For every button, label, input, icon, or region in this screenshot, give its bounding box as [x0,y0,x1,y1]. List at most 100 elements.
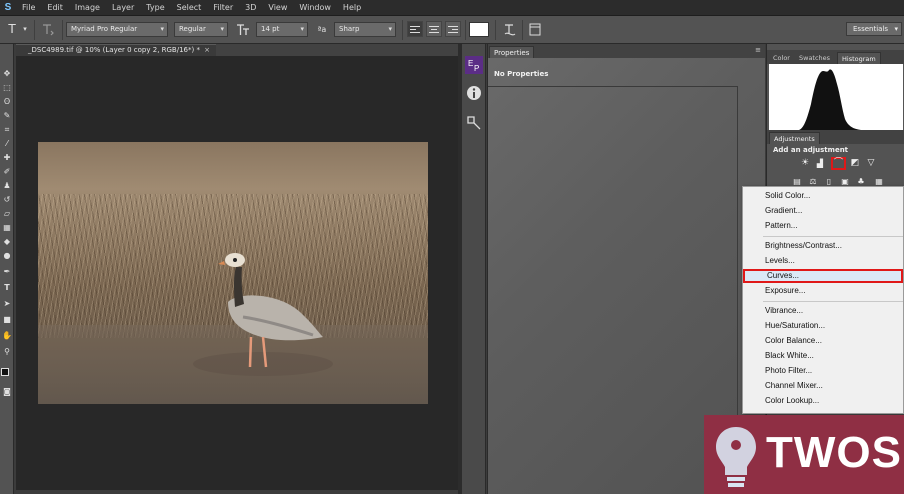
lasso-tool-icon[interactable]: ʘ [1,96,13,107]
curves-icon[interactable]: ⌒ [831,157,846,170]
menu-item-pattern[interactable]: Pattern... [743,219,903,233]
menu-item-photo-filter[interactable]: Photo Filter... [743,364,903,378]
adjustment-dropdown-menu: Solid Color... Gradient... Pattern... Br… [742,186,904,414]
tab-color[interactable]: Color [769,52,794,64]
menu-item-vibrance[interactable]: Vibrance... [743,304,903,318]
menu-file[interactable]: File [16,0,41,16]
menu-edit[interactable]: Edit [41,0,69,16]
watermark-text: TWOS [766,428,902,477]
menu-filter[interactable]: Filter [207,0,239,16]
twos-watermark: TWOS [704,415,904,494]
brush-tool-icon[interactable]: ✐ [1,166,13,177]
menu-bar: S File Edit Image Layer Type Select Filt… [0,0,904,16]
zoom-tool-icon[interactable]: ⚲ [1,346,13,357]
menu-image[interactable]: Image [69,0,106,16]
menu-view[interactable]: View [262,0,293,16]
pen-tool-icon[interactable]: ✒ [1,266,13,277]
eraser-tool-icon[interactable]: ▱ [1,208,13,219]
brightness-icon[interactable]: ☀ [799,158,811,169]
gradient-tool-icon[interactable]: ▦ [1,222,13,233]
font-style-select[interactable]: Regular [174,22,228,37]
exposure-icon[interactable]: ◩ [849,158,861,169]
menu-item-color-balance[interactable]: Color Balance... [743,334,903,348]
menu-select[interactable]: Select [171,0,208,16]
tab-properties[interactable]: Properties [489,46,535,58]
character-panel-icon[interactable] [528,22,542,37]
menu-item-levels[interactable]: Levels... [743,254,903,268]
menu-item-channel-mixer[interactable]: Channel Mixer... [743,379,903,393]
properties-tabbar: Properties ≡ [488,44,765,58]
warp-text-icon[interactable] [502,22,518,37]
panel-menu-icon[interactable]: ≡ [755,46,761,54]
menu-item-solid-color[interactable]: Solid Color... [743,189,903,203]
menu-item-exposure[interactable]: Exposure... [743,284,903,298]
properties-panel-icon[interactable] [465,114,483,132]
color-panel-tabs: Color Swatches Histogram [767,50,904,64]
move-tool-icon[interactable]: ✥ [1,68,13,79]
panel-icon-strip: EP [462,44,486,494]
menu-item-hue-saturation[interactable]: Hue/Saturation... [743,319,903,333]
tab-adjustments[interactable]: Adjustments [769,132,820,144]
close-icon[interactable]: × [204,45,210,56]
align-right-button[interactable] [445,21,461,37]
align-center-button[interactable] [426,21,442,37]
menu-item-curves[interactable]: Curves... [743,269,903,283]
svg-text:P: P [474,64,479,73]
text-color-swatch[interactable] [469,22,489,37]
quick-select-tool-icon[interactable]: ✎ [1,110,13,121]
menu-item-black-white[interactable]: Black White... [743,349,903,363]
menu-separator [763,236,903,237]
eyedropper-tool-icon[interactable]: ⁄ [1,138,13,149]
lightbulb-logo-icon [716,427,756,487]
menu-layer[interactable]: Layer [106,0,140,16]
tab-swatches[interactable]: Swatches [795,52,834,64]
extension-panel-icon[interactable]: EP [465,56,483,74]
shape-tool-icon[interactable]: ■ [1,314,13,325]
hand-tool-icon[interactable]: ✋ [1,330,13,341]
tab-histogram[interactable]: Histogram [837,52,881,64]
tools-panel: ✥ ⬚ ʘ ✎ ⌗ ⁄ ✚ ✐ ♟ ↺ ▱ ▦ ◆ ● ✒ T ➤ ■ ✋ ⚲ … [0,44,14,494]
quick-mask-icon[interactable]: ◙ [1,386,13,397]
blur-tool-icon[interactable]: ◆ [1,236,13,247]
document-tab-strip [216,44,458,56]
gradient-triangle-icon[interactable]: ▽ [865,158,877,169]
menu-item-brightness-contrast[interactable]: Brightness/Contrast... [743,239,903,253]
font-size-select[interactable]: 14 pt [256,22,308,37]
stamp-tool-icon[interactable]: ♟ [1,180,13,191]
options-bar: T ▾ Myriad Pro Regular Regular 14 pt ªa … [0,16,904,44]
menu-separator [763,301,903,302]
info-icon[interactable] [465,84,483,102]
document-tab[interactable]: _DSC4989.tif @ 10% (Layer 0 copy 2, RGB/… [16,44,216,56]
antialias-select[interactable]: Sharp [334,22,396,37]
foreground-color-swatch[interactable] [1,368,9,376]
photoshop-logo-icon[interactable]: S [0,0,16,16]
menu-3d[interactable]: 3D [239,0,262,16]
antialias-icon: ªa [317,25,327,34]
marquee-tool-icon[interactable]: ⬚ [1,82,13,93]
svg-text:E: E [468,59,473,68]
crop-tool-icon[interactable]: ⌗ [1,124,13,135]
levels-icon[interactable]: ▟ [814,158,826,169]
healing-tool-icon[interactable]: ✚ [1,152,13,163]
menu-item-color-lookup[interactable]: Color Lookup... [743,394,903,408]
workspace-select[interactable]: Essentials [846,22,902,36]
history-brush-tool-icon[interactable]: ↺ [1,194,13,205]
menu-type[interactable]: Type [140,0,170,16]
menu-window[interactable]: Window [293,0,337,16]
path-select-tool-icon[interactable]: ➤ [1,298,13,309]
font-family-select[interactable]: Myriad Pro Regular [66,22,168,37]
toggle-orientation-icon[interactable] [40,22,56,37]
font-size-icon [236,22,250,37]
menu-help[interactable]: Help [337,0,367,16]
align-left-button[interactable] [407,21,423,37]
histogram-graph [769,64,903,132]
document-title: _DSC4989.tif @ 10% (Layer 0 copy 2, RGB/… [28,46,200,54]
adjustments-panel-tabs: Adjustments [767,130,904,144]
menu-item-gradient[interactable]: Gradient... [743,204,903,218]
tool-preset-chevron-icon[interactable]: ▾ [20,22,30,37]
dodge-tool-icon[interactable]: ● [1,250,13,261]
type-tool-icon[interactable]: T [1,282,13,293]
goose-photo [38,142,428,404]
document-canvas[interactable] [16,56,458,490]
type-tool-icon[interactable]: T [4,22,20,37]
